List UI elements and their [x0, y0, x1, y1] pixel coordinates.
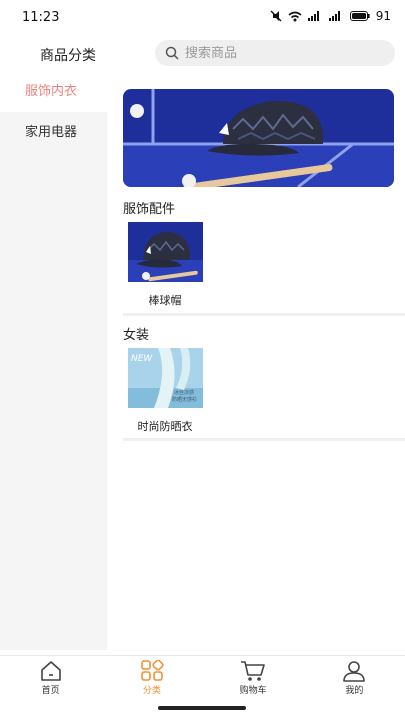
banner-cap-image: [123, 89, 394, 187]
status-icons: 91: [270, 9, 391, 23]
product-thumbnail: NEW 冰丝凉感 防晒无感衫: [127, 348, 203, 408]
category-sidebar: 服饰内衣 家用电器: [0, 72, 107, 650]
header: 商品分类: [0, 34, 405, 72]
image-text-new: NEW: [131, 354, 153, 364]
home-icon: [40, 661, 61, 681]
sidebar-item-appliances[interactable]: 家用电器: [0, 112, 107, 154]
cart-icon: [241, 661, 265, 681]
page-title: 商品分类: [40, 48, 96, 64]
section-title: 女装: [123, 328, 150, 343]
category-icon: [141, 660, 164, 681]
status-bar: 11:23 91: [0, 0, 405, 34]
search-input[interactable]: [185, 45, 375, 61]
status-time: 11:23: [22, 10, 60, 25]
image-text-line2: 防晒无感衫: [172, 396, 197, 403]
product-card-sunshirt[interactable]: NEW 冰丝凉感 防晒无感衫 时尚防晒衣: [123, 348, 207, 434]
tab-cart[interactable]: 购物车: [203, 656, 304, 702]
battery-level: 91: [375, 9, 391, 23]
divider: [123, 438, 405, 441]
bottom-tab-bar: 首页 分类 购物车 我的: [0, 655, 405, 702]
tab-label: 购物车: [239, 686, 267, 696]
sunshirt-image: NEW 冰丝凉感 防晒无感衫: [127, 348, 203, 408]
tab-label: 首页: [41, 686, 60, 696]
tab-home[interactable]: 首页: [0, 656, 101, 702]
sidebar-item-apparel[interactable]: 服饰内衣: [0, 72, 107, 112]
product-thumbnail: [127, 222, 203, 282]
cap-image: [127, 222, 203, 282]
user-icon: [343, 661, 366, 682]
product-card-cap[interactable]: 棒球帽: [123, 222, 207, 308]
divider: [123, 313, 405, 316]
category-content: 服饰配件 棒球帽 女装 NEW 冰丝凉感 防晒无感衫 时尚防晒衣: [107, 72, 405, 650]
sidebar-item-label: 服饰内衣: [25, 84, 78, 99]
battery-icon: [349, 11, 370, 21]
signal-icon-1: [307, 11, 319, 21]
mute-icon: [270, 10, 282, 22]
tab-profile[interactable]: 我的: [304, 656, 405, 702]
home-indicator[interactable]: [158, 706, 246, 710]
section-title: 服饰配件: [123, 202, 176, 217]
product-name: 棒球帽: [148, 294, 182, 307]
sidebar-item-label: 家用电器: [25, 125, 78, 140]
signal-icon-2: [328, 11, 340, 21]
tab-label: 分类: [142, 686, 161, 696]
search-icon: [165, 46, 179, 60]
tab-label: 我的: [345, 686, 364, 696]
wifi-icon: [288, 11, 302, 21]
image-text-line1: 冰丝凉感: [174, 389, 194, 396]
product-name: 时尚防晒衣: [137, 420, 193, 433]
promo-banner[interactable]: [123, 89, 394, 187]
tab-category[interactable]: 分类: [101, 656, 202, 702]
search-box[interactable]: [155, 40, 395, 66]
